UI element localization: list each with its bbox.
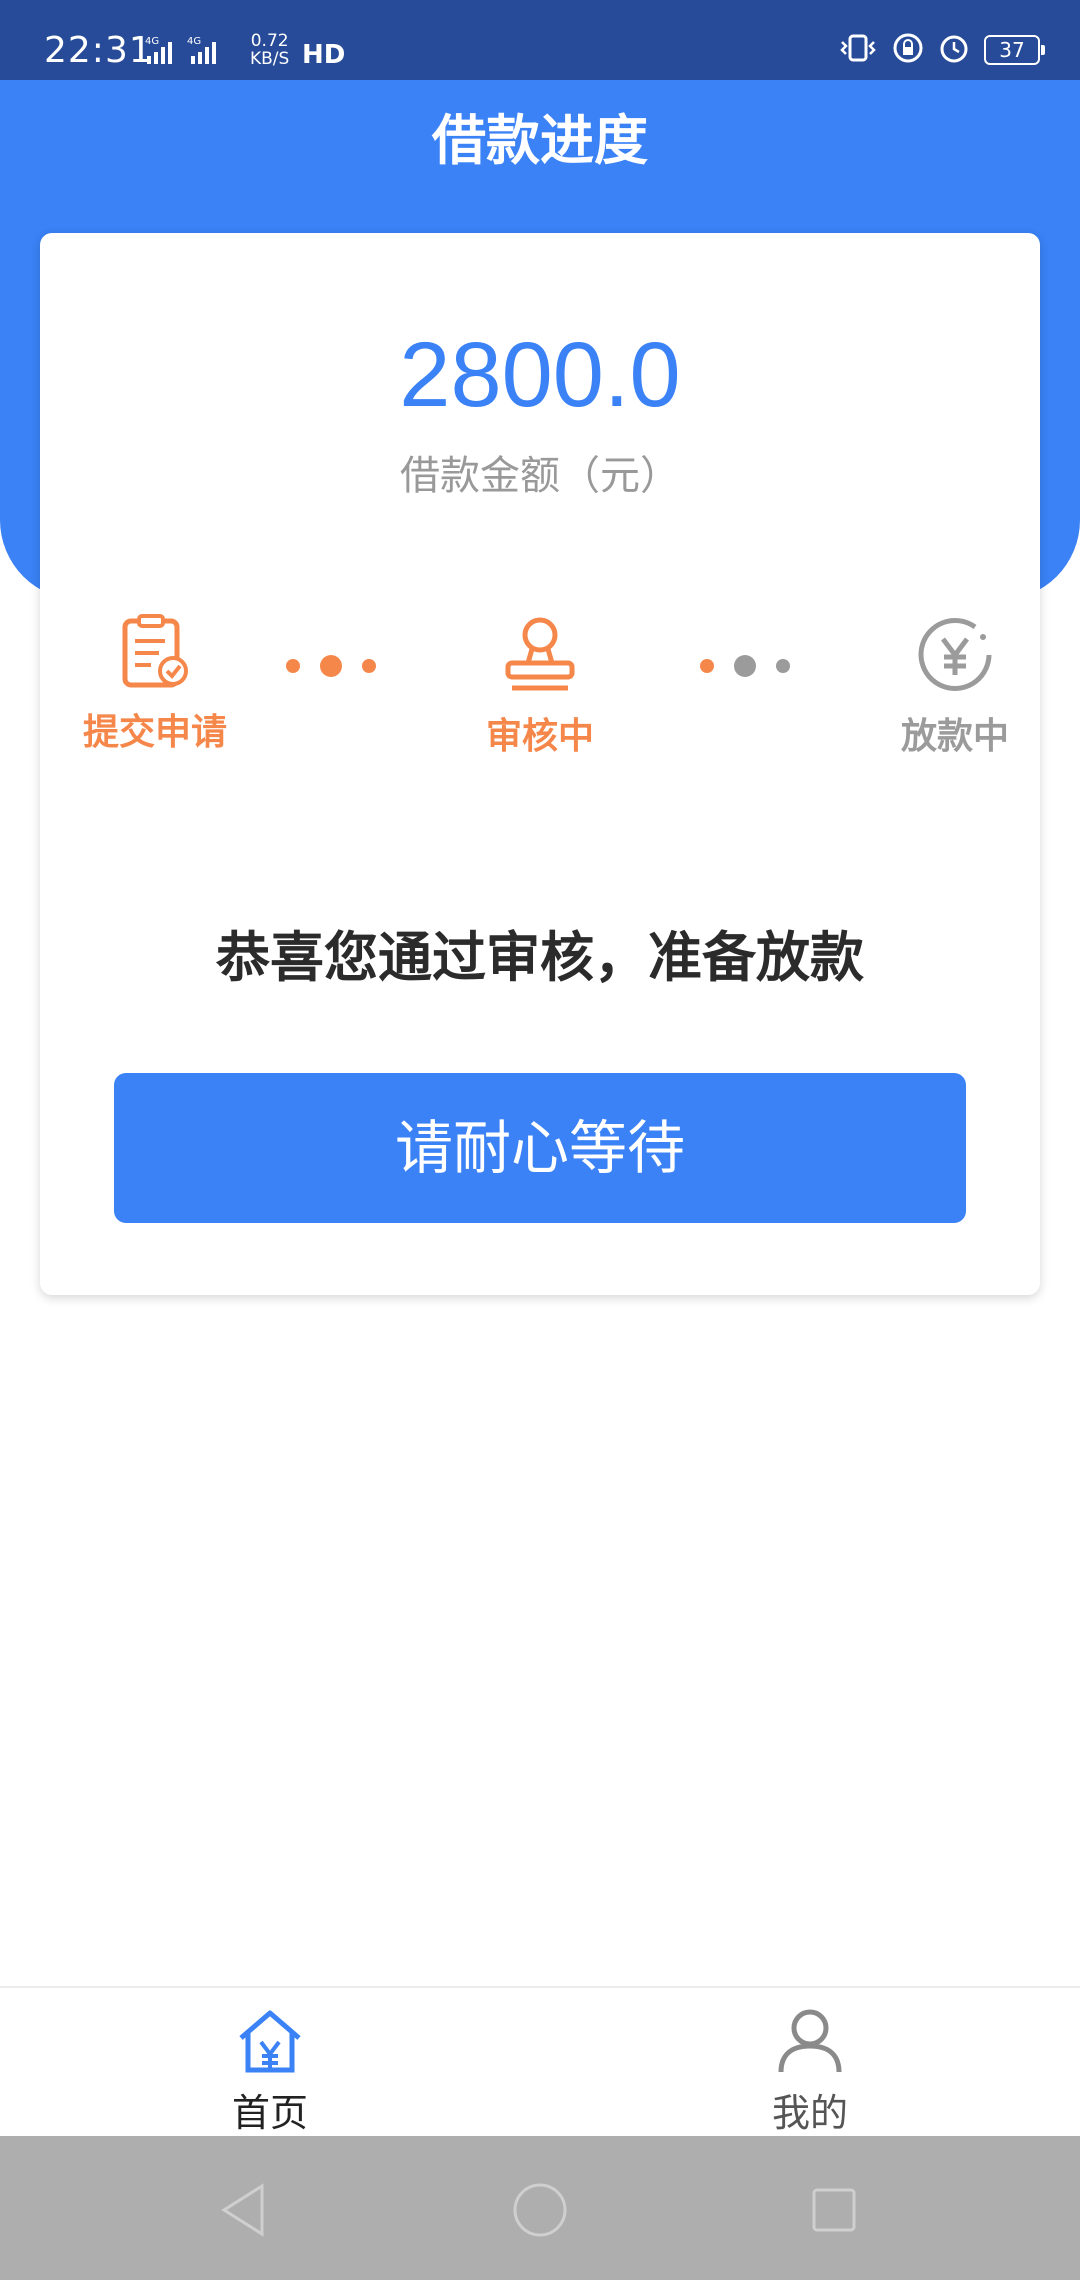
signal-icon: 4G 4G — [145, 34, 245, 72]
step-disbursing: 放款中 — [890, 613, 1020, 759]
please-wait-button[interactable]: 请耐心等待 — [114, 1073, 966, 1223]
home-yen-icon — [235, 2010, 305, 2078]
nav-label-mine: 我的 — [771, 2091, 848, 2135]
step-under-review: 审核中 — [440, 613, 640, 759]
loan-amount: 2800.0 — [399, 324, 681, 426]
svg-text:4G: 4G — [187, 36, 201, 47]
status-message: 恭喜您通过审核，准备放款 — [216, 926, 864, 989]
recent-apps-icon[interactable] — [810, 2182, 858, 2242]
home-circle-icon[interactable] — [512, 2182, 568, 2242]
alarm-icon — [938, 32, 970, 68]
nav-item-mine[interactable]: 我的 — [710, 2008, 910, 2137]
network-speed: 0.72 KB/S — [250, 31, 290, 69]
yen-coin-icon — [913, 618, 997, 701]
bottom-navigation: 首页 我的 — [0, 1986, 1080, 2138]
loan-amount-label: 借款金额（元） — [400, 453, 680, 499]
rotation-lock-icon — [892, 32, 924, 68]
back-icon[interactable] — [218, 2182, 268, 2242]
progress-dots-1 — [276, 655, 386, 677]
nav-label-home: 首页 — [231, 2091, 308, 2135]
step-label: 放款中 — [900, 716, 1009, 757]
status-bar: 22:31 4G 4G 0.72 KB/S HD 37 — [0, 0, 1080, 80]
document-check-icon — [115, 614, 195, 697]
vibrate-icon — [838, 32, 878, 68]
system-navigation-bar — [0, 2136, 1080, 2280]
status-time: 22:31 — [44, 30, 153, 71]
hd-indicator: HD — [302, 40, 346, 70]
svg-text:4G: 4G — [145, 36, 159, 47]
page-title: 借款进度 — [432, 109, 648, 172]
battery-indicator: 37 — [984, 35, 1045, 65]
step-submit-application: 提交申请 — [60, 613, 250, 755]
loan-progress-card: 2800.0 借款金额（元） 提交申请 审核中 放款中 恭喜您通过审核，准备放款… — [40, 233, 1040, 1295]
progress-dots-2 — [690, 655, 800, 677]
nav-item-home[interactable]: 首页 — [170, 2008, 370, 2137]
step-label: 提交申请 — [82, 712, 227, 753]
step-label: 审核中 — [485, 716, 594, 757]
stamp-icon — [498, 617, 582, 701]
user-icon — [775, 2009, 845, 2078]
